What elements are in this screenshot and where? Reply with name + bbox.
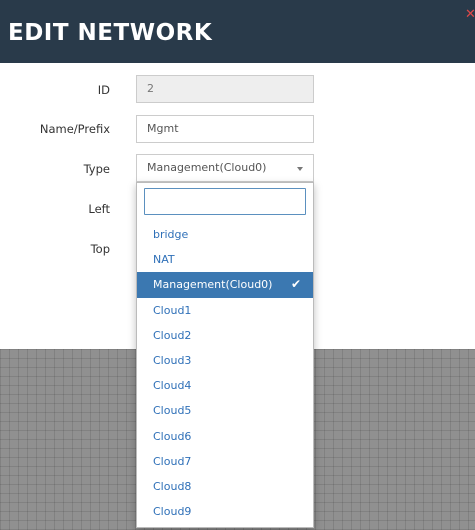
chevron-down-icon [297, 167, 303, 171]
type-dropdown: bridge NAT Management(Cloud0) ✔ Cloud1 C… [136, 182, 314, 528]
id-label: ID [97, 83, 110, 97]
dropdown-option-cloud8[interactable]: Cloud8 [137, 474, 313, 499]
modal-title: EDIT NETWORK [8, 20, 213, 46]
name-prefix-field[interactable]: Mgmt [136, 115, 314, 143]
dropdown-option-bridge[interactable]: bridge [137, 222, 313, 247]
type-select-value: Management(Cloud0) [147, 161, 267, 174]
left-label: Left [88, 202, 110, 216]
type-label: Type [83, 162, 110, 176]
dropdown-option-cloud9[interactable]: Cloud9 [137, 499, 313, 524]
id-field: 2 [136, 75, 314, 103]
dropdown-option-cloud4[interactable]: Cloud4 [137, 373, 313, 398]
check-icon: ✔ [290, 277, 301, 292]
close-icon[interactable]: ✕ [465, 8, 475, 22]
dropdown-options-list: bridge NAT Management(Cloud0) ✔ Cloud1 C… [137, 222, 313, 524]
dropdown-option-nat[interactable]: NAT [137, 247, 313, 272]
dropdown-option-cloud1[interactable]: Cloud1 [137, 298, 313, 323]
dropdown-option-cloud6[interactable]: Cloud6 [137, 424, 313, 449]
dropdown-option-cloud7[interactable]: Cloud7 [137, 449, 313, 474]
modal-header: EDIT NETWORK ✕ [0, 0, 475, 63]
dropdown-option-label: Management(Cloud0) [153, 278, 273, 292]
name-prefix-label: Name/Prefix [39, 122, 110, 136]
dropdown-option-management-cloud0[interactable]: Management(Cloud0) ✔ [137, 272, 313, 298]
top-label: Top [90, 242, 110, 256]
dropdown-option-cloud3[interactable]: Cloud3 [137, 348, 313, 373]
dropdown-search-input[interactable] [144, 188, 306, 215]
dropdown-option-cloud2[interactable]: Cloud2 [137, 323, 313, 348]
type-select[interactable]: Management(Cloud0) [136, 154, 314, 182]
dropdown-option-cloud5[interactable]: Cloud5 [137, 398, 313, 423]
